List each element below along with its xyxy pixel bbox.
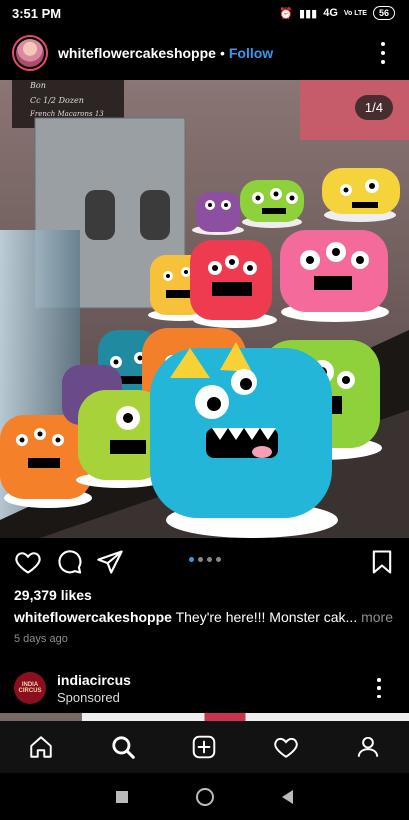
caption-text: They're here!!! Monster cak... [175, 609, 358, 625]
photo-sign-line1: Bon [29, 81, 46, 90]
carousel-dot [215, 557, 221, 562]
recents-icon[interactable] [116, 790, 128, 803]
volte-label: Vo LTE [343, 9, 367, 17]
system-navigation-bar [0, 773, 409, 820]
status-bar: 3:51 PM ⏰ ▮▮▮ 4G Vo LTE 56 [0, 0, 409, 26]
image-counter: 1/4 [354, 95, 393, 120]
post-actions [0, 548, 409, 578]
sponsored-username[interactable]: indiacircus [57, 672, 131, 688]
search-icon[interactable] [108, 732, 138, 762]
caption-username[interactable]: whiteflowercakeshoppe [14, 609, 172, 625]
likes-count[interactable]: 29,379 likes [14, 587, 92, 603]
home-icon[interactable] [26, 732, 56, 762]
sponsored-label: Sponsored [57, 689, 120, 705]
follow-button[interactable]: Follow [229, 45, 273, 61]
profile-icon[interactable] [353, 732, 383, 762]
signal-icon: ▮▮▮ [299, 7, 318, 20]
photo-sign-line2: Cc 1/2 Dozen [30, 96, 84, 105]
battery-icon: 56 [372, 6, 395, 20]
post-username[interactable]: whiteflowercakeshoppe [58, 45, 216, 61]
send-icon[interactable] [96, 548, 124, 576]
post-image[interactable]: Bon Cc 1/2 Dozen French Macarons 13 [0, 80, 409, 538]
carousel-dot [197, 557, 203, 562]
network-label: 4G [323, 7, 338, 19]
comment-icon[interactable] [55, 548, 83, 576]
sponsored-avatar-text: INDIA CIRCUS [18, 682, 42, 694]
carousel-indicator [0, 557, 409, 562]
caption-more-link[interactable]: more [361, 609, 393, 625]
alarm-icon: ⏰ [279, 7, 294, 20]
back-icon[interactable] [282, 789, 293, 804]
carousel-dot [206, 557, 212, 562]
status-time: 3:51 PM [12, 5, 62, 21]
caption[interactable]: whiteflowercakeshoppe They're here!!! Mo… [14, 609, 399, 625]
home-button-icon[interactable] [196, 787, 214, 806]
bottom-tab-bar [0, 721, 409, 773]
carousel-dot [188, 557, 194, 562]
activity-heart-icon[interactable] [271, 732, 301, 762]
post-timestamp: 5 days ago [14, 633, 68, 645]
cake-photo-illustration: Bon Cc 1/2 Dozen French Macarons 13 [0, 80, 409, 538]
heart-icon[interactable] [14, 548, 42, 576]
add-post-icon[interactable] [189, 732, 219, 762]
bookmark-icon[interactable] [368, 548, 396, 576]
avatar[interactable] [12, 35, 48, 71]
sponsored-post-header: INDIA CIRCUS indiacircus Sponsored [0, 668, 409, 708]
more-options-icon[interactable] [369, 678, 389, 698]
separator: • [219, 45, 225, 61]
sponsored-avatar[interactable]: INDIA CIRCUS [14, 672, 46, 704]
photo-sign-line3: French Macarons 13 [29, 110, 104, 118]
more-options-icon[interactable] [373, 42, 393, 64]
post-header: whiteflowercakeshoppe • Follow [0, 30, 409, 76]
next-post-preview [0, 713, 409, 721]
status-icons: ⏰ ▮▮▮ 4G Vo LTE 56 [279, 6, 395, 20]
